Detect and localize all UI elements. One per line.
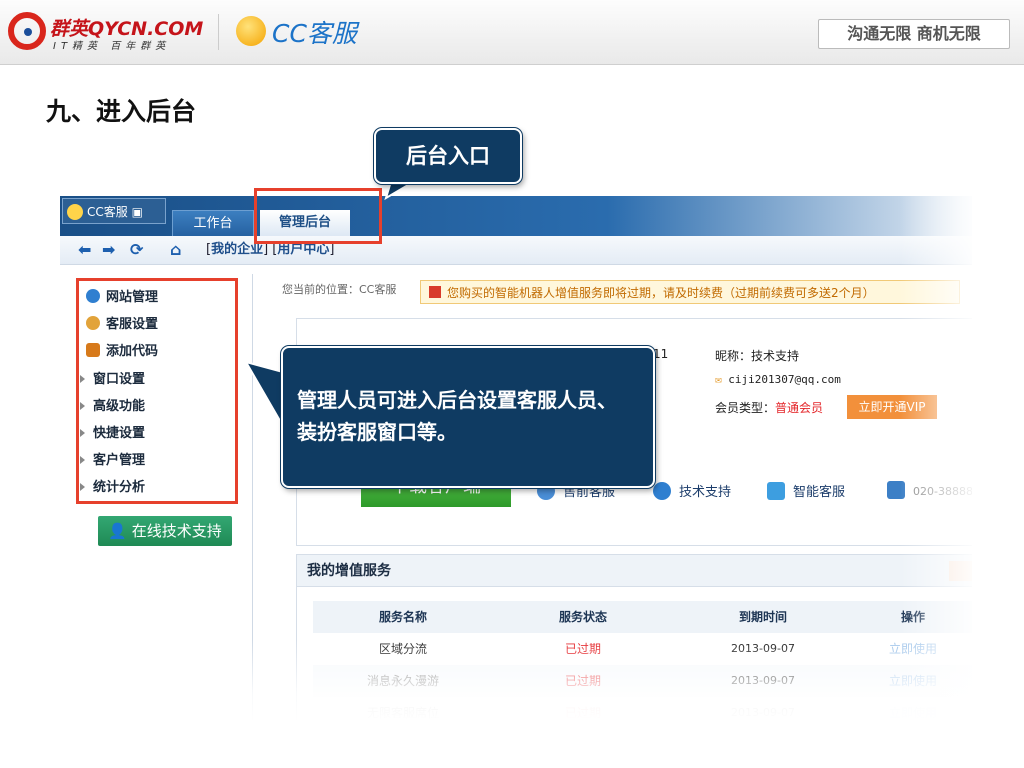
backend-entry-callout: 后台入口 — [374, 128, 522, 184]
callout-line-1: 管理人员可进入后台设置客服人员、 — [297, 388, 617, 412]
callout-line-2: 装扮客服窗口等。 — [297, 420, 457, 444]
callout-pointer-sidebar — [243, 360, 284, 430]
admin-description-callout: 管理人员可进入后台设置客服人员、 装扮客服窗口等。 — [281, 346, 655, 488]
